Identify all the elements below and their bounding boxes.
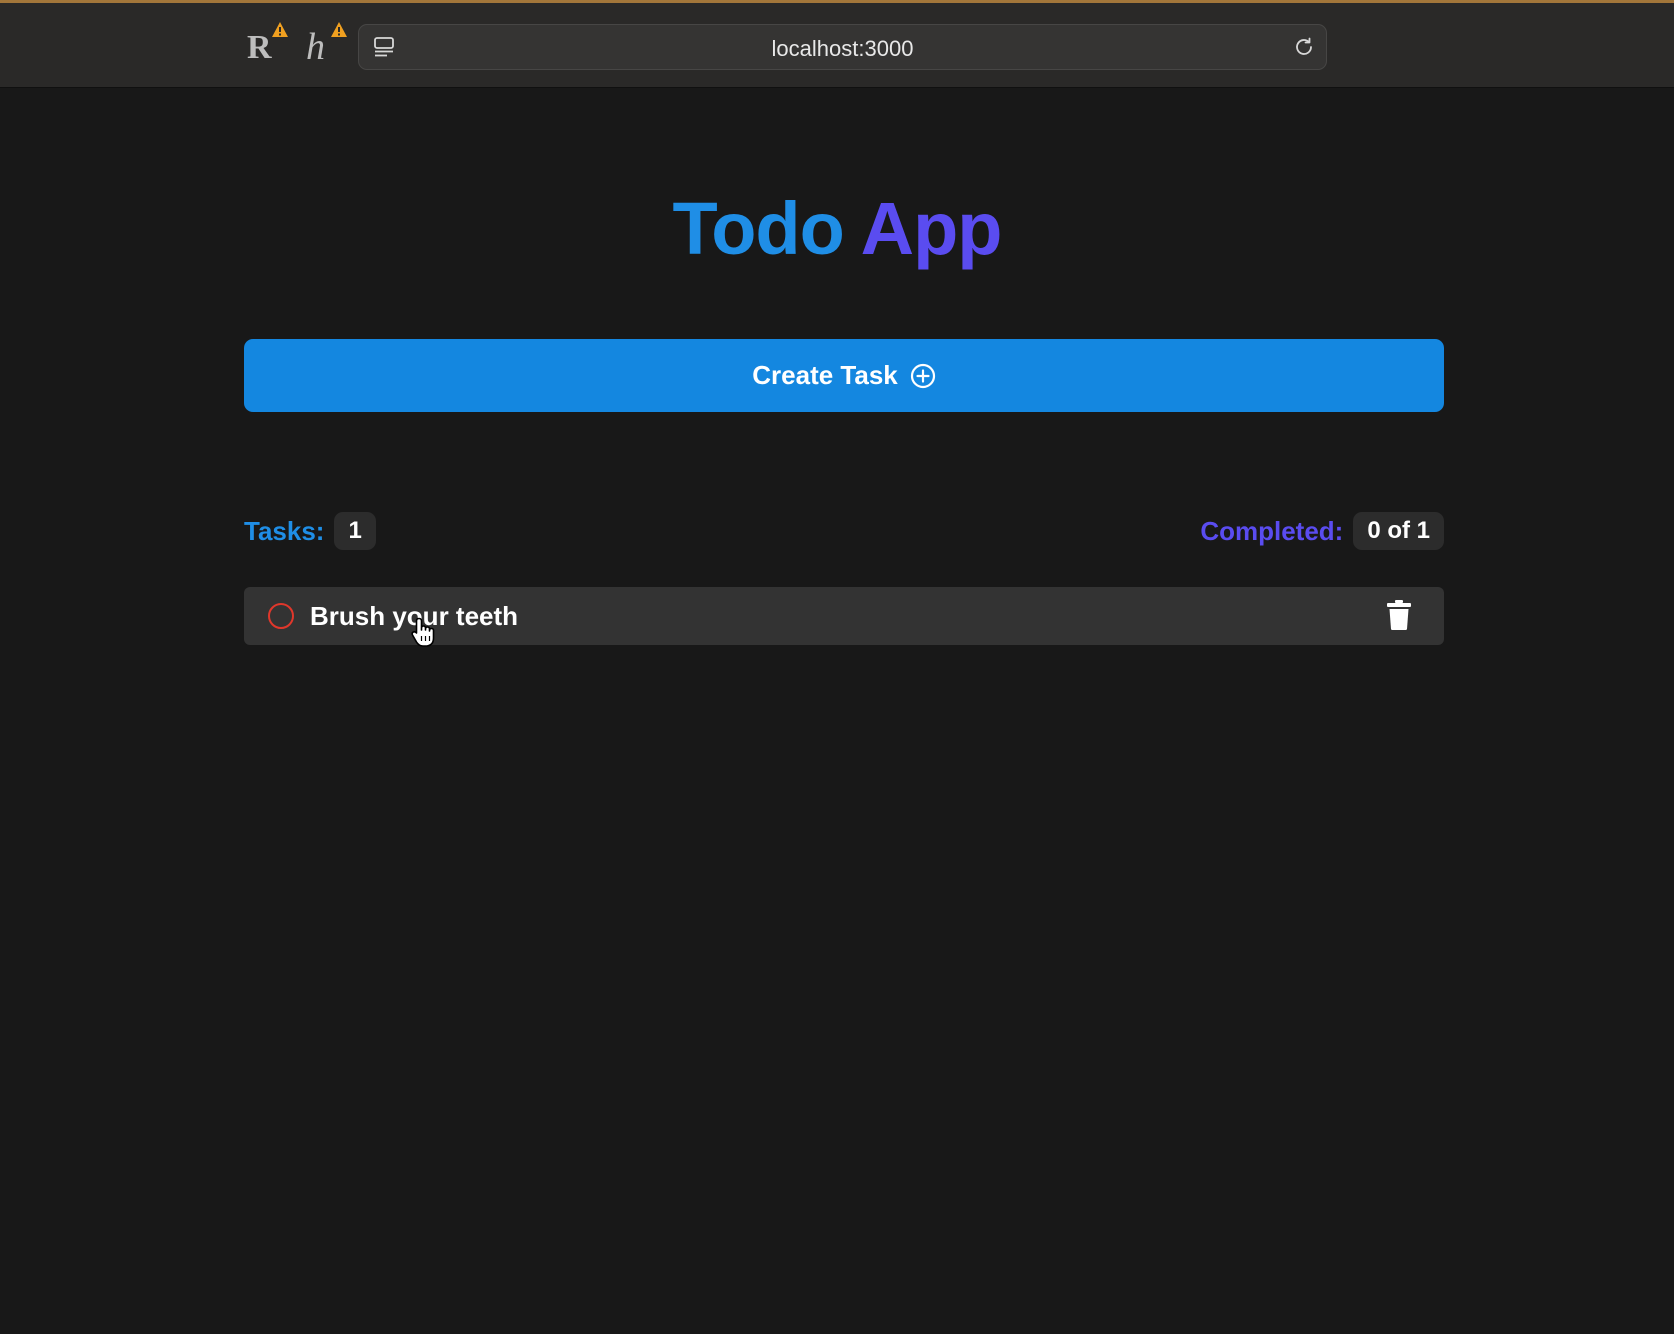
task-toggle-checkbox[interactable] (268, 603, 294, 629)
address-bar[interactable]: localhost:3000 (358, 24, 1327, 70)
completed-badge: 0 of 1 (1353, 512, 1444, 550)
r-extension-icon: R (247, 29, 272, 66)
warning-icon (331, 22, 347, 37)
warning-icon (272, 22, 288, 37)
tasks-count-stat: Tasks: 1 (244, 512, 376, 550)
completed-label: Completed: (1200, 515, 1344, 546)
h-extension-button[interactable]: h (302, 22, 347, 69)
tasks-label: Tasks: (244, 515, 325, 546)
create-task-button[interactable]: Create Task (244, 339, 1444, 412)
r-extension-button[interactable]: R (243, 22, 288, 69)
page-title: Todo App (0, 186, 1674, 271)
completed-stat: Completed: 0 of 1 (1200, 512, 1444, 550)
title-todo: Todo (672, 187, 844, 270)
plus-circle-icon (910, 363, 935, 388)
reload-icon[interactable] (1292, 35, 1316, 59)
url-text[interactable]: localhost:3000 (359, 36, 1326, 62)
h-extension-icon: h (306, 26, 325, 68)
trash-icon[interactable] (1386, 599, 1412, 631)
title-app: App (860, 187, 1003, 270)
tasks-count-badge: 1 (334, 512, 376, 550)
app-page: Todo App Create Task Tasks: 1 Completed:… (0, 88, 1674, 1334)
create-task-label: Create Task (752, 360, 898, 390)
browser-toolbar: R h localhost:3000 (0, 0, 1674, 88)
hand-cursor-icon (411, 617, 435, 647)
